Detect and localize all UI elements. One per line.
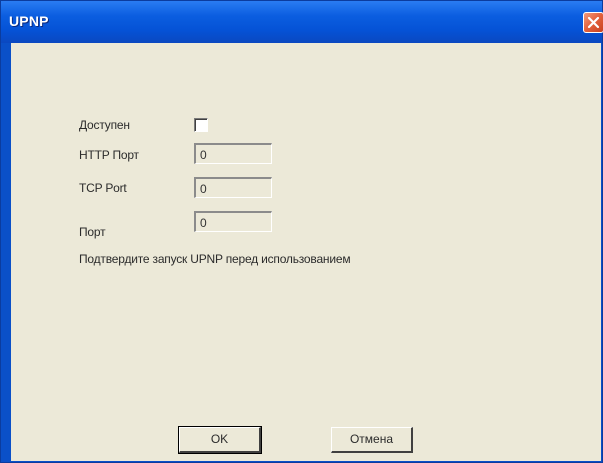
upnp-dialog: UPNP Доступен HTTP Порт TCP Port Порт По… xyxy=(0,0,603,463)
cancel-button[interactable]: Отмена xyxy=(331,427,413,453)
tcp-port-input[interactable] xyxy=(194,177,272,198)
upnp-note: Подтвердите запуск UPNP перед использова… xyxy=(79,252,351,266)
close-icon xyxy=(587,16,600,29)
http-port-label: HTTP Порт xyxy=(79,148,139,162)
title-bar[interactable]: UPNP xyxy=(1,1,603,43)
enabled-checkbox[interactable] xyxy=(194,118,208,132)
http-port-input[interactable] xyxy=(194,143,272,164)
ok-button[interactable]: OK xyxy=(178,426,262,454)
window-title: UPNP xyxy=(9,13,49,29)
dialog-body: Доступен HTTP Порт TCP Port Порт Подтвер… xyxy=(11,43,601,461)
port-label: Порт xyxy=(79,225,106,239)
tcp-port-label: TCP Port xyxy=(79,181,127,195)
port-input[interactable] xyxy=(194,211,272,232)
close-button[interactable] xyxy=(583,12,603,33)
enabled-label: Доступен xyxy=(79,118,130,132)
